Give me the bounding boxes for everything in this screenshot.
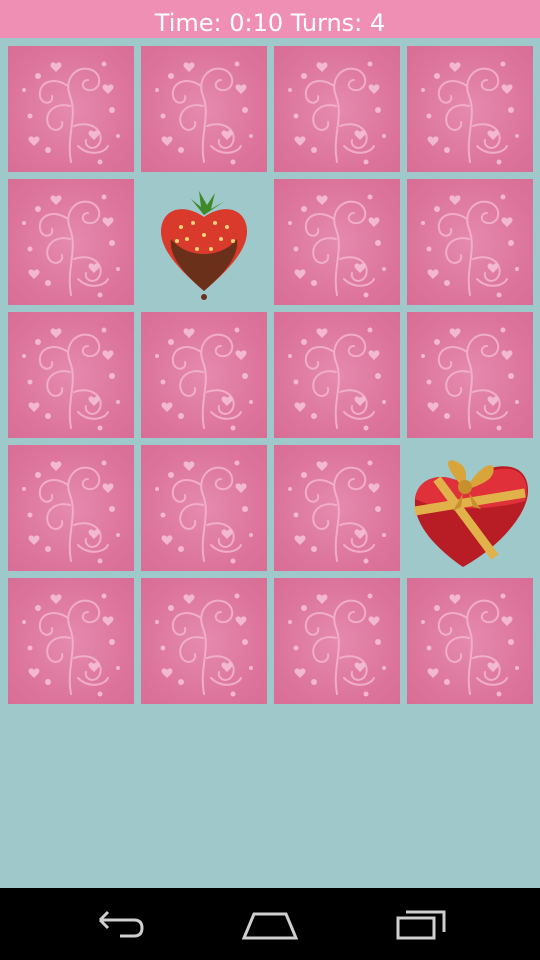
floral-swirl-pattern	[155, 460, 253, 564]
floral-swirl-pattern	[22, 61, 120, 165]
floral-swirl-pattern	[22, 327, 120, 431]
floral-swirl-pattern	[22, 194, 120, 298]
floral-swirl-pattern	[288, 593, 386, 697]
floral-swirl-pattern	[421, 593, 519, 697]
face-down-card[interactable]	[141, 312, 267, 438]
face-down-card[interactable]	[141, 46, 267, 172]
revealed-card[interactable]	[407, 445, 533, 571]
heart-gift-box-icon	[414, 460, 529, 567]
face-down-card[interactable]	[141, 578, 267, 704]
revealed-card[interactable]	[141, 179, 267, 305]
face-down-card[interactable]	[8, 179, 134, 305]
floral-swirl-pattern	[421, 327, 519, 431]
face-down-card[interactable]	[274, 578, 400, 704]
home-button[interactable]	[240, 906, 300, 942]
floral-swirl-pattern	[288, 460, 386, 564]
face-down-card[interactable]	[8, 578, 134, 704]
floral-swirl-pattern	[288, 327, 386, 431]
floral-swirl-pattern	[288, 61, 386, 165]
face-down-card[interactable]	[274, 46, 400, 172]
face-down-card[interactable]	[274, 179, 400, 305]
back-icon	[98, 910, 144, 938]
floral-swirl-pattern	[22, 460, 120, 564]
face-down-card[interactable]	[141, 445, 267, 571]
face-down-card[interactable]	[274, 445, 400, 571]
home-icon	[241, 912, 299, 940]
face-down-card[interactable]	[407, 179, 533, 305]
navigation-bar	[0, 888, 540, 960]
status-header: Time: 0:10 Turns: 4	[0, 0, 540, 38]
floral-swirl-pattern	[421, 61, 519, 165]
face-down-card[interactable]	[274, 312, 400, 438]
floral-swirl-pattern	[155, 327, 253, 431]
face-down-card[interactable]	[8, 46, 134, 172]
floral-swirl-pattern	[288, 194, 386, 298]
game-board	[0, 38, 540, 888]
face-down-card[interactable]	[407, 46, 533, 172]
floral-swirl-pattern	[22, 593, 120, 697]
recent-apps-button[interactable]	[392, 906, 452, 942]
floral-swirl-pattern	[155, 593, 253, 697]
face-down-card[interactable]	[407, 312, 533, 438]
recent-apps-icon	[396, 910, 446, 940]
face-down-card[interactable]	[8, 445, 134, 571]
face-down-card[interactable]	[8, 312, 134, 438]
back-button[interactable]	[90, 906, 150, 942]
floral-swirl-pattern	[421, 194, 519, 298]
floral-swirl-pattern	[155, 61, 253, 165]
face-down-card[interactable]	[407, 578, 533, 704]
strawberry-icon	[160, 191, 248, 300]
